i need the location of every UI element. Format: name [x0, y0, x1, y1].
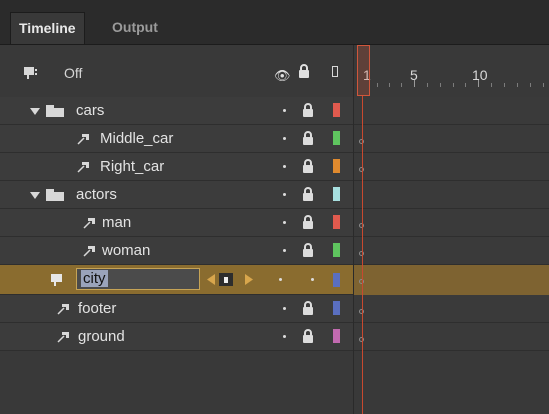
playhead-line	[362, 96, 363, 414]
layer-name: actors	[76, 186, 117, 203]
lock-icon[interactable]	[302, 159, 314, 173]
layer-name: Right_car	[100, 158, 165, 175]
layer-row-middle-car[interactable]: Middle_car	[0, 125, 549, 153]
outline-color-swatch[interactable]	[333, 243, 340, 257]
lock-icon[interactable]	[302, 187, 314, 201]
outline-color-swatch[interactable]	[333, 187, 340, 201]
eye-icon[interactable]: 👁	[274, 69, 291, 82]
layer-name: man	[102, 214, 132, 231]
lock-icon[interactable]	[298, 64, 310, 78]
visibility-dot[interactable]	[283, 249, 286, 252]
playhead[interactable]	[357, 45, 370, 96]
layer-row-city[interactable]: city	[0, 265, 549, 295]
visibility-dot[interactable]	[283, 307, 286, 310]
lock-icon[interactable]	[302, 215, 314, 229]
layer-row-actors[interactable]: actors	[0, 181, 549, 209]
layer-name: woman	[102, 242, 151, 259]
visibility-dot[interactable]	[279, 278, 282, 281]
outline-color-swatch[interactable]	[333, 103, 340, 117]
visibility-dot[interactable]	[283, 109, 286, 112]
motion-guide-icon	[77, 134, 89, 145]
timeline-panel: Timeline Output Off 👁 1 5 10 cars Middle…	[0, 0, 549, 414]
layer-icon	[51, 274, 62, 286]
visibility-dot[interactable]	[283, 193, 286, 196]
lock-icon[interactable]	[302, 329, 314, 343]
frame-track[interactable]	[354, 265, 549, 295]
layer-view-icon[interactable]	[24, 67, 38, 79]
layer-row-ground[interactable]: ground	[0, 323, 549, 351]
frame-track[interactable]	[354, 295, 549, 322]
visibility-dot[interactable]	[283, 165, 286, 168]
motion-guide-icon	[83, 218, 95, 229]
outline-color-swatch[interactable]	[333, 329, 340, 343]
frame-track[interactable]	[354, 153, 549, 180]
frame-track[interactable]	[354, 355, 549, 414]
motion-guide-icon	[83, 246, 95, 257]
layer-row-footer[interactable]: footer	[0, 295, 549, 323]
layer-name: Middle_car	[100, 130, 174, 147]
empty-layer-area[interactable]	[0, 355, 549, 414]
motion-guide-icon	[77, 162, 89, 173]
layer-row-man[interactable]: man	[0, 209, 549, 237]
outline-color-swatch[interactable]	[333, 273, 340, 287]
motion-guide-icon	[57, 332, 69, 343]
lock-dot[interactable]	[311, 278, 314, 281]
keyframe-navigator[interactable]	[207, 273, 257, 286]
frame-track[interactable]	[354, 323, 549, 350]
outline-color-swatch[interactable]	[333, 215, 340, 229]
layer-row-cars[interactable]: cars	[0, 97, 549, 125]
folder-icon	[46, 105, 64, 117]
tab-output[interactable]: Output	[104, 12, 166, 44]
lock-icon[interactable]	[302, 131, 314, 145]
visibility-dot[interactable]	[283, 137, 286, 140]
collapse-arrow-icon[interactable]	[30, 108, 40, 115]
outline-icon[interactable]	[332, 66, 338, 77]
frame-ruler[interactable]: 1 5 10	[354, 45, 549, 98]
outline-color-swatch[interactable]	[333, 131, 340, 145]
ruler-frame-10: 10	[472, 67, 488, 83]
visibility-dot[interactable]	[283, 335, 286, 338]
view-toggle-label[interactable]: Off	[64, 65, 82, 81]
layer-name: footer	[78, 300, 117, 317]
folder-icon	[46, 189, 64, 201]
frame-track[interactable]	[354, 125, 549, 152]
tab-timeline[interactable]: Timeline	[10, 12, 85, 44]
layer-name-input[interactable]: city	[76, 268, 200, 290]
column-divider[interactable]	[353, 45, 354, 414]
frame-track[interactable]	[354, 209, 549, 236]
visibility-dot[interactable]	[283, 221, 286, 224]
frame-track[interactable]	[354, 237, 549, 264]
frame-track[interactable]	[354, 181, 549, 208]
layer-name: ground	[78, 328, 125, 345]
layer-name: cars	[76, 102, 105, 119]
lock-icon[interactable]	[302, 103, 314, 117]
outline-color-swatch[interactable]	[333, 301, 340, 315]
tab-bar: Timeline Output	[0, 0, 549, 45]
layer-row-right-car[interactable]: Right_car	[0, 153, 549, 181]
layer-row-woman[interactable]: woman	[0, 237, 549, 265]
motion-guide-icon	[57, 304, 69, 315]
lock-icon[interactable]	[302, 301, 314, 315]
lock-icon[interactable]	[302, 243, 314, 257]
frame-track[interactable]	[354, 97, 549, 124]
outline-color-swatch[interactable]	[333, 159, 340, 173]
collapse-arrow-icon[interactable]	[30, 192, 40, 199]
